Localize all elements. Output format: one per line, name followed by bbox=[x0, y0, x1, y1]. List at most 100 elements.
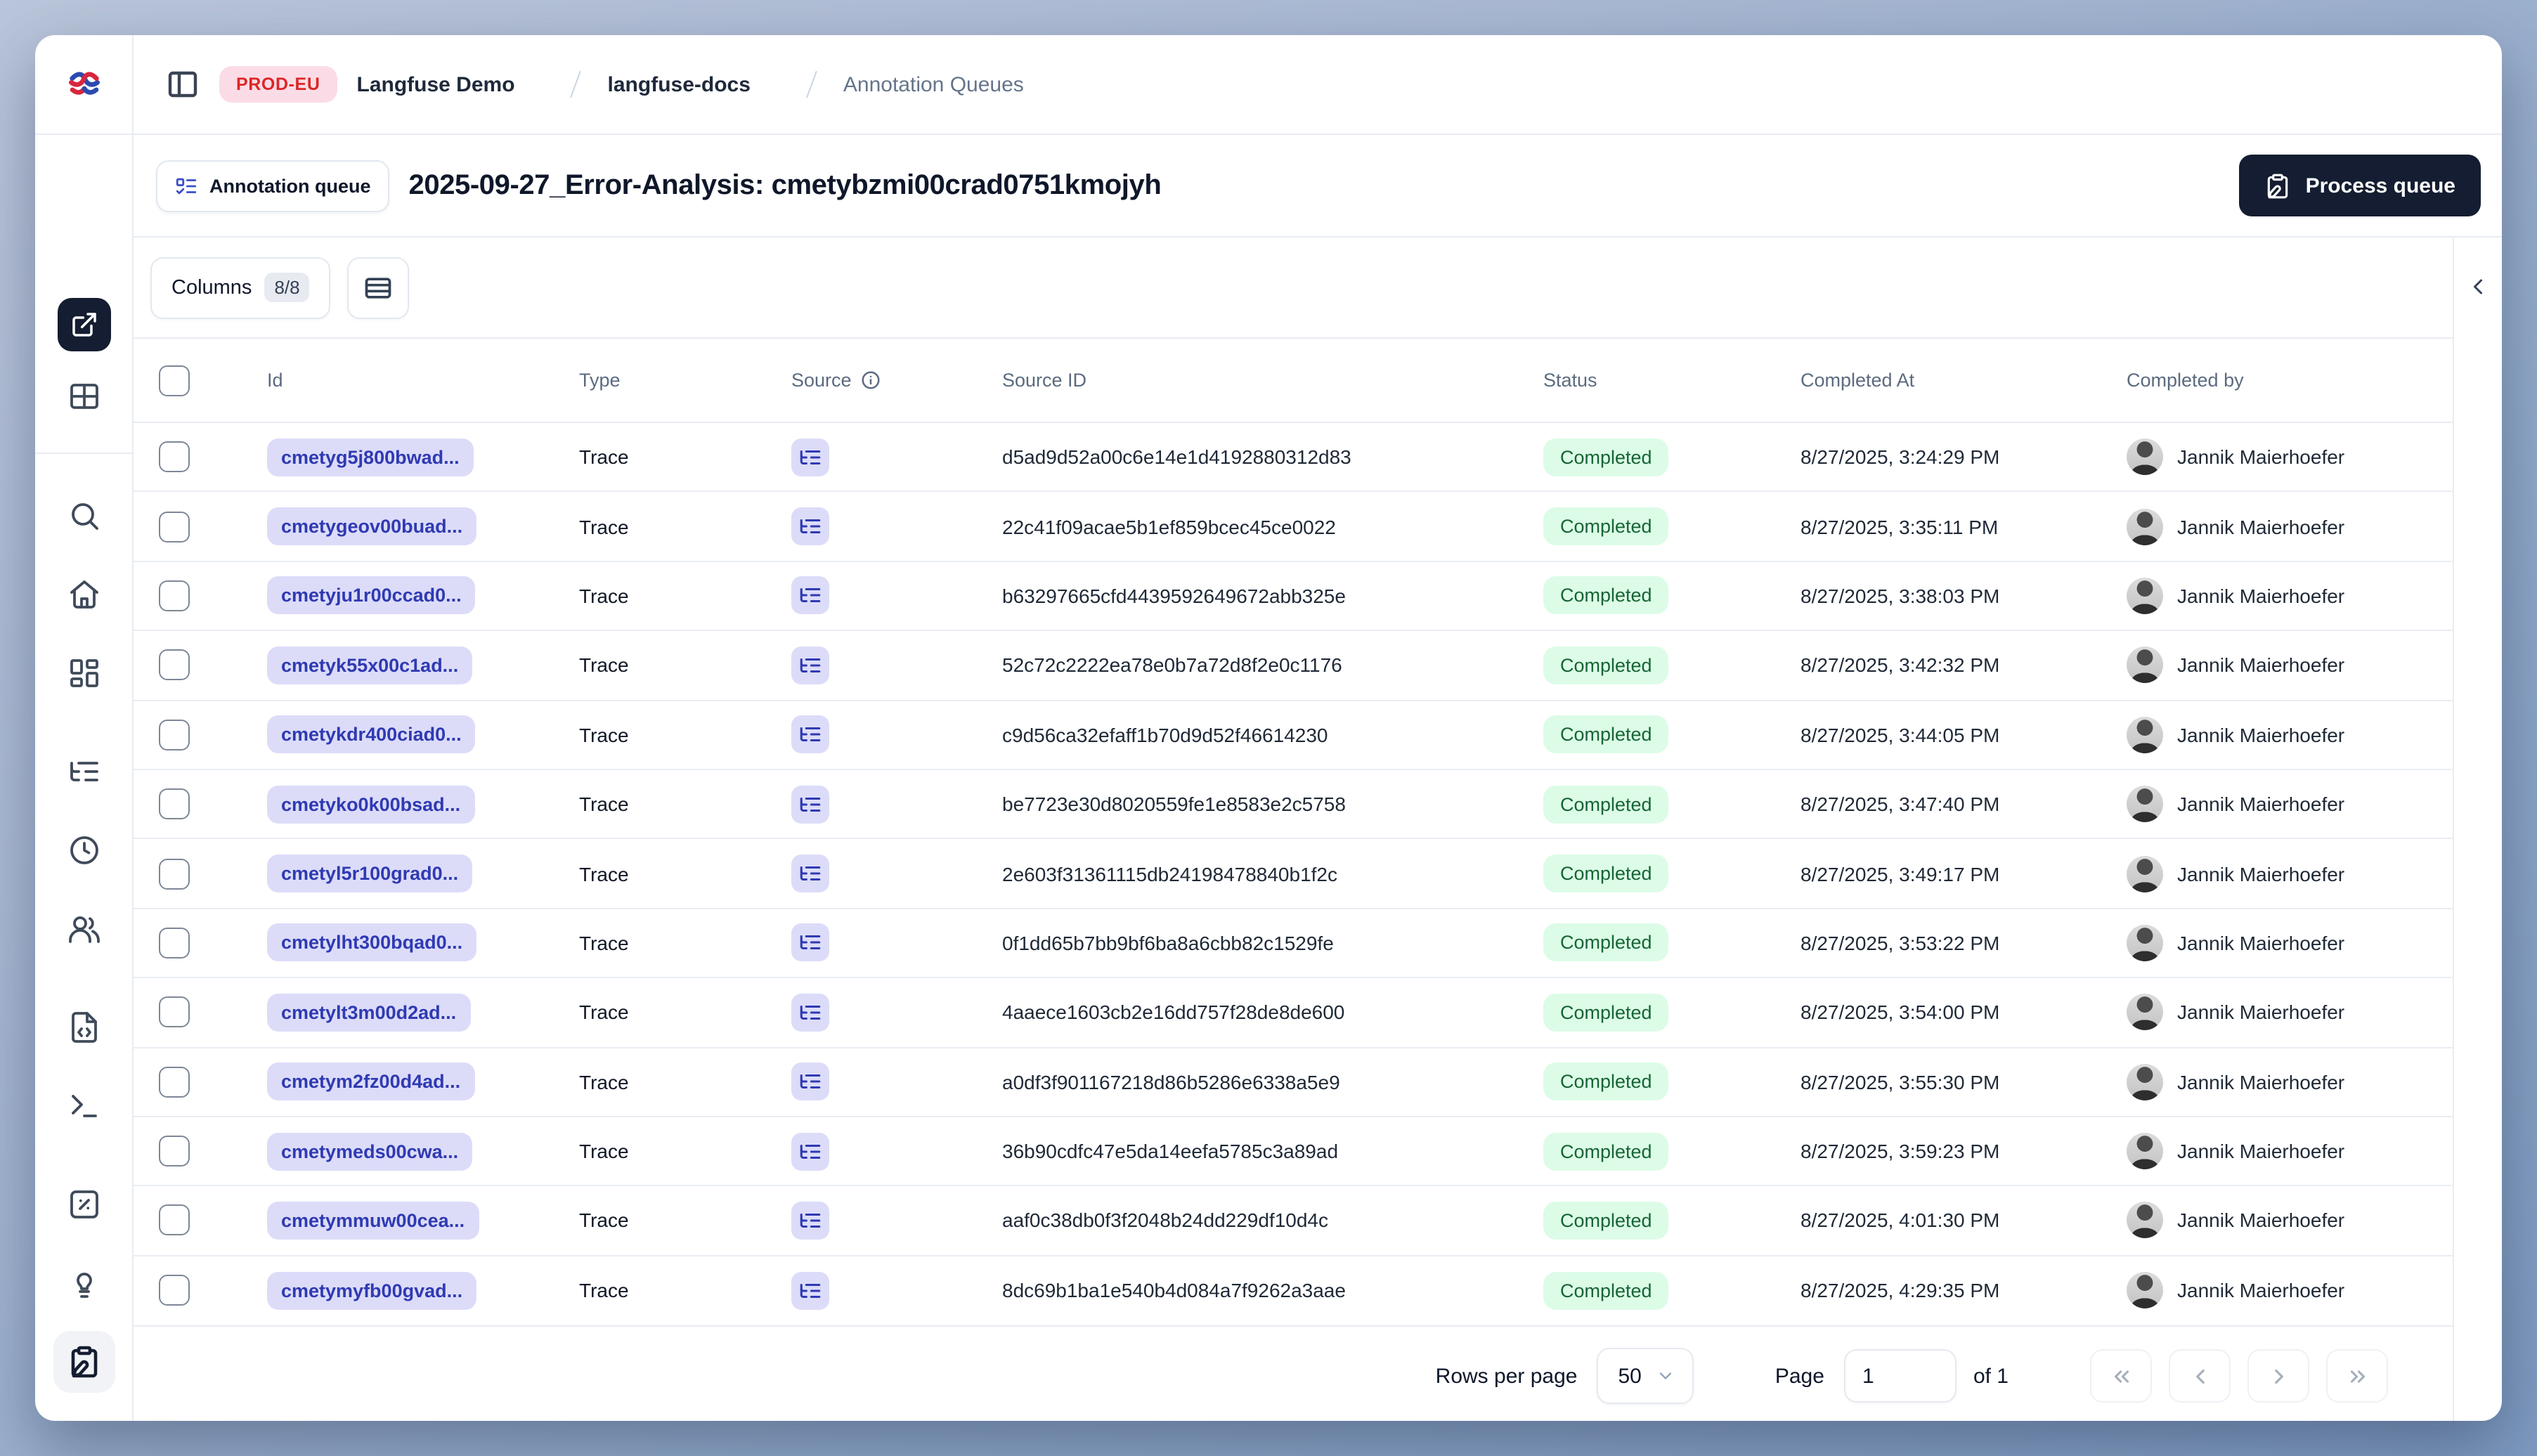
sidebar-item-sessions-icon[interactable] bbox=[67, 833, 100, 867]
sidebar-item-home-icon[interactable] bbox=[67, 578, 100, 611]
trace-source-button[interactable] bbox=[791, 923, 829, 962]
row-id-badge[interactable]: cmetygeov00buad... bbox=[267, 507, 477, 546]
table-row[interactable]: cmetygeov00buad... Trace 22c41f09acae5b1ef… bbox=[134, 493, 2453, 562]
columns-count-badge: 8/8 bbox=[264, 273, 310, 302]
trace-source-button[interactable] bbox=[791, 646, 829, 684]
table-row[interactable]: cmetymmuw00cea... Trace aaf0c38db0f3f2048b… bbox=[134, 1187, 2453, 1256]
previous-page-button[interactable] bbox=[2169, 1349, 2231, 1403]
process-queue-button[interactable]: Process queue bbox=[2239, 155, 2481, 216]
trace-source-button[interactable] bbox=[791, 715, 829, 754]
columns-button[interactable]: Columns 8/8 bbox=[150, 256, 331, 318]
row-checkbox[interactable] bbox=[159, 511, 190, 542]
row-checkbox[interactable] bbox=[159, 858, 190, 890]
table-row[interactable]: cmetyju1r00ccad0... Trace b63297665cfd4439… bbox=[134, 562, 2453, 632]
row-id-badge[interactable]: cmetyk55x00c1ad... bbox=[267, 646, 473, 684]
table-row[interactable]: cmetyg5j800bwad... Trace d5ad9d52a00c6e14e… bbox=[134, 423, 2453, 493]
sidebar-item-evaluation-icon[interactable] bbox=[67, 1188, 100, 1221]
row-source-id: 8dc69b1ba1e540b4d084a7f9262a3aae bbox=[1002, 1279, 1346, 1302]
sidebar-item-tables-icon[interactable] bbox=[67, 379, 100, 413]
trace-source-button[interactable] bbox=[791, 438, 829, 476]
row-id-badge[interactable]: cmetylht300bqad0... bbox=[267, 923, 477, 962]
sidebar-item-dashboards-icon[interactable] bbox=[67, 656, 100, 690]
column-header-source-id[interactable]: Source ID bbox=[984, 370, 1525, 391]
table-row[interactable]: cmetymeds00cwa... Trace 36b90cdfc47e5da14e… bbox=[134, 1117, 2453, 1187]
trace-source-button[interactable] bbox=[791, 1062, 829, 1101]
row-checkbox[interactable] bbox=[159, 788, 190, 820]
column-header-completed-by[interactable]: Completed by bbox=[2108, 370, 2453, 391]
row-id-badge[interactable]: cmetyg5j800bwad... bbox=[267, 438, 474, 476]
table-row[interactable]: cmetylht300bqad0... Trace 0f1dd65b7bb9bf6b… bbox=[134, 909, 2453, 979]
sidebar-item-search-icon[interactable] bbox=[67, 499, 100, 533]
info-icon[interactable] bbox=[860, 370, 881, 391]
last-page-button[interactable] bbox=[2326, 1349, 2388, 1403]
list-tree-icon bbox=[798, 862, 822, 885]
queue-type-badge[interactable]: Annotation queue bbox=[156, 160, 389, 212]
page-number-input[interactable] bbox=[1843, 1349, 1957, 1403]
completed-by-name: Jannik Maierhoefer bbox=[2177, 1140, 2345, 1163]
trace-source-button[interactable] bbox=[791, 993, 829, 1032]
sidebar-item-annotation-queues-icon[interactable] bbox=[67, 1345, 100, 1379]
row-checkbox[interactable] bbox=[159, 719, 190, 750]
row-checkbox[interactable] bbox=[159, 927, 190, 958]
status-badge: Completed bbox=[1543, 993, 1669, 1032]
row-checkbox[interactable] bbox=[159, 580, 190, 611]
row-checkbox[interactable] bbox=[159, 1275, 190, 1306]
rows-per-page-select[interactable]: 50 bbox=[1597, 1348, 1694, 1404]
first-page-button[interactable] bbox=[2090, 1349, 2152, 1403]
table-row[interactable]: cmetyl5r100grad0... Trace 2e603f31361115db… bbox=[134, 840, 2453, 909]
breadcrumb-org[interactable]: Langfuse Demo bbox=[357, 72, 545, 96]
row-checkbox[interactable] bbox=[159, 1204, 190, 1236]
row-id-badge[interactable]: cmetym2fz00d4ad... bbox=[267, 1062, 475, 1101]
row-id-badge[interactable]: cmetyju1r00ccad0... bbox=[267, 576, 476, 615]
row-checkbox[interactable] bbox=[159, 649, 190, 681]
trace-source-button[interactable] bbox=[791, 1201, 829, 1240]
trace-source-button[interactable] bbox=[791, 1132, 829, 1171]
trace-source-button[interactable] bbox=[791, 1271, 829, 1310]
list-tree-icon bbox=[798, 723, 822, 747]
sidebar-item-users-icon[interactable] bbox=[67, 912, 100, 946]
open-app-button[interactable] bbox=[57, 298, 110, 351]
trace-source-button[interactable] bbox=[791, 507, 829, 546]
sidebar-item-tracing-icon[interactable] bbox=[67, 755, 100, 788]
row-id-badge[interactable]: cmetykdr400ciad0... bbox=[267, 715, 476, 754]
list-tree-icon bbox=[798, 931, 822, 955]
column-header-status[interactable]: Status bbox=[1525, 370, 1782, 391]
row-checkbox[interactable] bbox=[159, 441, 190, 473]
table-row[interactable]: cmetykdr400ciad0... Trace c9d56ca32efaff1b… bbox=[134, 701, 2453, 770]
trace-source-button[interactable] bbox=[791, 785, 829, 824]
table-row[interactable]: cmetymyfb00gvad... Trace 8dc69b1ba1e540b4d… bbox=[134, 1256, 2453, 1325]
chevron-down-icon[interactable] bbox=[759, 74, 780, 95]
row-id-badge[interactable]: cmetymyfb00gvad... bbox=[267, 1271, 477, 1310]
row-id-badge[interactable]: cmetylt3m00d2ad... bbox=[267, 993, 471, 1032]
environment-badge[interactable]: PROD-EU bbox=[219, 66, 337, 103]
breadcrumb-project[interactable]: langfuse-docs bbox=[608, 72, 780, 96]
table-row[interactable]: cmetym2fz00d4ad... Trace a0df3f901167218d8… bbox=[134, 1048, 2453, 1117]
table-row[interactable]: cmetylt3m00d2ad... Trace 4aaece1603cb2e16d… bbox=[134, 978, 2453, 1048]
trace-source-button[interactable] bbox=[791, 576, 829, 615]
row-id-badge[interactable]: cmetyl5r100grad0... bbox=[267, 854, 473, 893]
row-id-badge[interactable]: cmetymmuw00cea... bbox=[267, 1201, 479, 1240]
row-checkbox[interactable] bbox=[159, 996, 190, 1028]
sidebar-toggle-icon[interactable] bbox=[166, 67, 200, 101]
completed-by-name: Jannik Maierhoefer bbox=[2177, 1209, 2345, 1232]
row-checkbox[interactable] bbox=[159, 1066, 190, 1098]
row-checkbox[interactable] bbox=[159, 1136, 190, 1167]
column-header-source[interactable]: Source bbox=[773, 370, 984, 391]
collapse-panel-button[interactable] bbox=[2465, 274, 2491, 299]
column-header-completed-at[interactable]: Completed At bbox=[1782, 370, 2108, 391]
row-id-badge[interactable]: cmetyko0k00bsad... bbox=[267, 785, 475, 824]
sidebar-item-prompts-icon[interactable] bbox=[67, 1010, 100, 1044]
column-header-type[interactable]: Type bbox=[555, 370, 773, 391]
chevron-down-icon[interactable] bbox=[524, 74, 545, 95]
column-header-id[interactable]: Id bbox=[243, 370, 555, 391]
sidebar-item-insights-icon[interactable] bbox=[67, 1266, 100, 1300]
row-id-badge[interactable]: cmetymeds00cwa... bbox=[267, 1132, 473, 1171]
sidebar-item-playground-icon[interactable] bbox=[67, 1089, 100, 1123]
row-height-button[interactable] bbox=[347, 256, 410, 318]
trace-source-button[interactable] bbox=[791, 854, 829, 893]
table-row[interactable]: cmetyko0k00bsad... Trace be7723e30d8020559… bbox=[134, 770, 2453, 840]
select-all-checkbox[interactable] bbox=[159, 365, 190, 396]
next-page-button[interactable] bbox=[2247, 1349, 2309, 1403]
page-title: 2025-09-27_Error-Analysis: cmetybzmi00cr… bbox=[408, 169, 1162, 200]
table-row[interactable]: cmetyk55x00c1ad... Trace 52c72c2222ea78e0b… bbox=[134, 631, 2453, 701]
